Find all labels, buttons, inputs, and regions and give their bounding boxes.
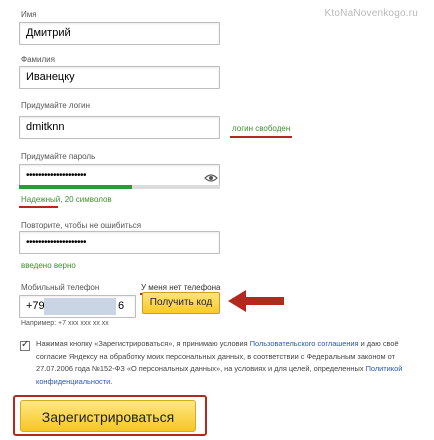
masked-phone-digits [44,298,116,315]
watermark: KtoNaNovenkogo.ru [324,8,418,19]
last-name-label: Фамилия [21,55,55,64]
login-label: Придумайте логин [21,101,90,110]
agreement-checkbox[interactable] [20,339,30,351]
no-phone-link[interactable]: У меня нет телефона [141,283,221,292]
get-code-button[interactable]: Получить код [142,292,220,314]
password-input[interactable]: •••••••••••••••••••• [19,164,220,187]
phone-prefix: +79 [26,300,45,312]
last-name-input[interactable]: Иванецку [19,66,220,89]
login-status: логин свободен [232,124,291,133]
user-agreement-link[interactable]: Пользовательского соглашения [250,339,359,348]
login-status-underline [230,136,292,138]
agreement-text-part3: . [110,376,113,386]
agreement-text-part1: Нажимая кнопку «Зарегистрироваться», я п… [36,339,250,348]
password-repeat-label: Повторите, чтобы не ошибиться [21,221,142,230]
phone-example: Например: +7 xxx xxx xx xx [21,320,109,327]
password-strength-text: Надежный, 20 символов [21,195,112,204]
agreement-text: Нажимая кнопку «Зарегистрироваться», я п… [36,338,416,388]
first-name-input[interactable]: Дмитрий [19,22,220,45]
password-repeat-input[interactable]: •••••••••••••••••••• [19,231,220,254]
password-repeat-status: введено верно [21,261,76,270]
password-strength-bar [19,185,220,189]
login-input[interactable]: dmitknn [19,116,220,139]
phone-label: Мобильный телефон [21,283,100,292]
phone-suffix: 6 [118,300,125,312]
arrow-annotation [226,288,286,319]
first-name-label: Имя [21,10,37,19]
password-label: Придумайте пароль [21,152,96,161]
password-strength-underline [19,206,58,208]
eye-icon[interactable] [204,170,218,182]
password-strength-fill [19,185,132,189]
register-button[interactable]: Зарегистрироваться [20,400,196,432]
